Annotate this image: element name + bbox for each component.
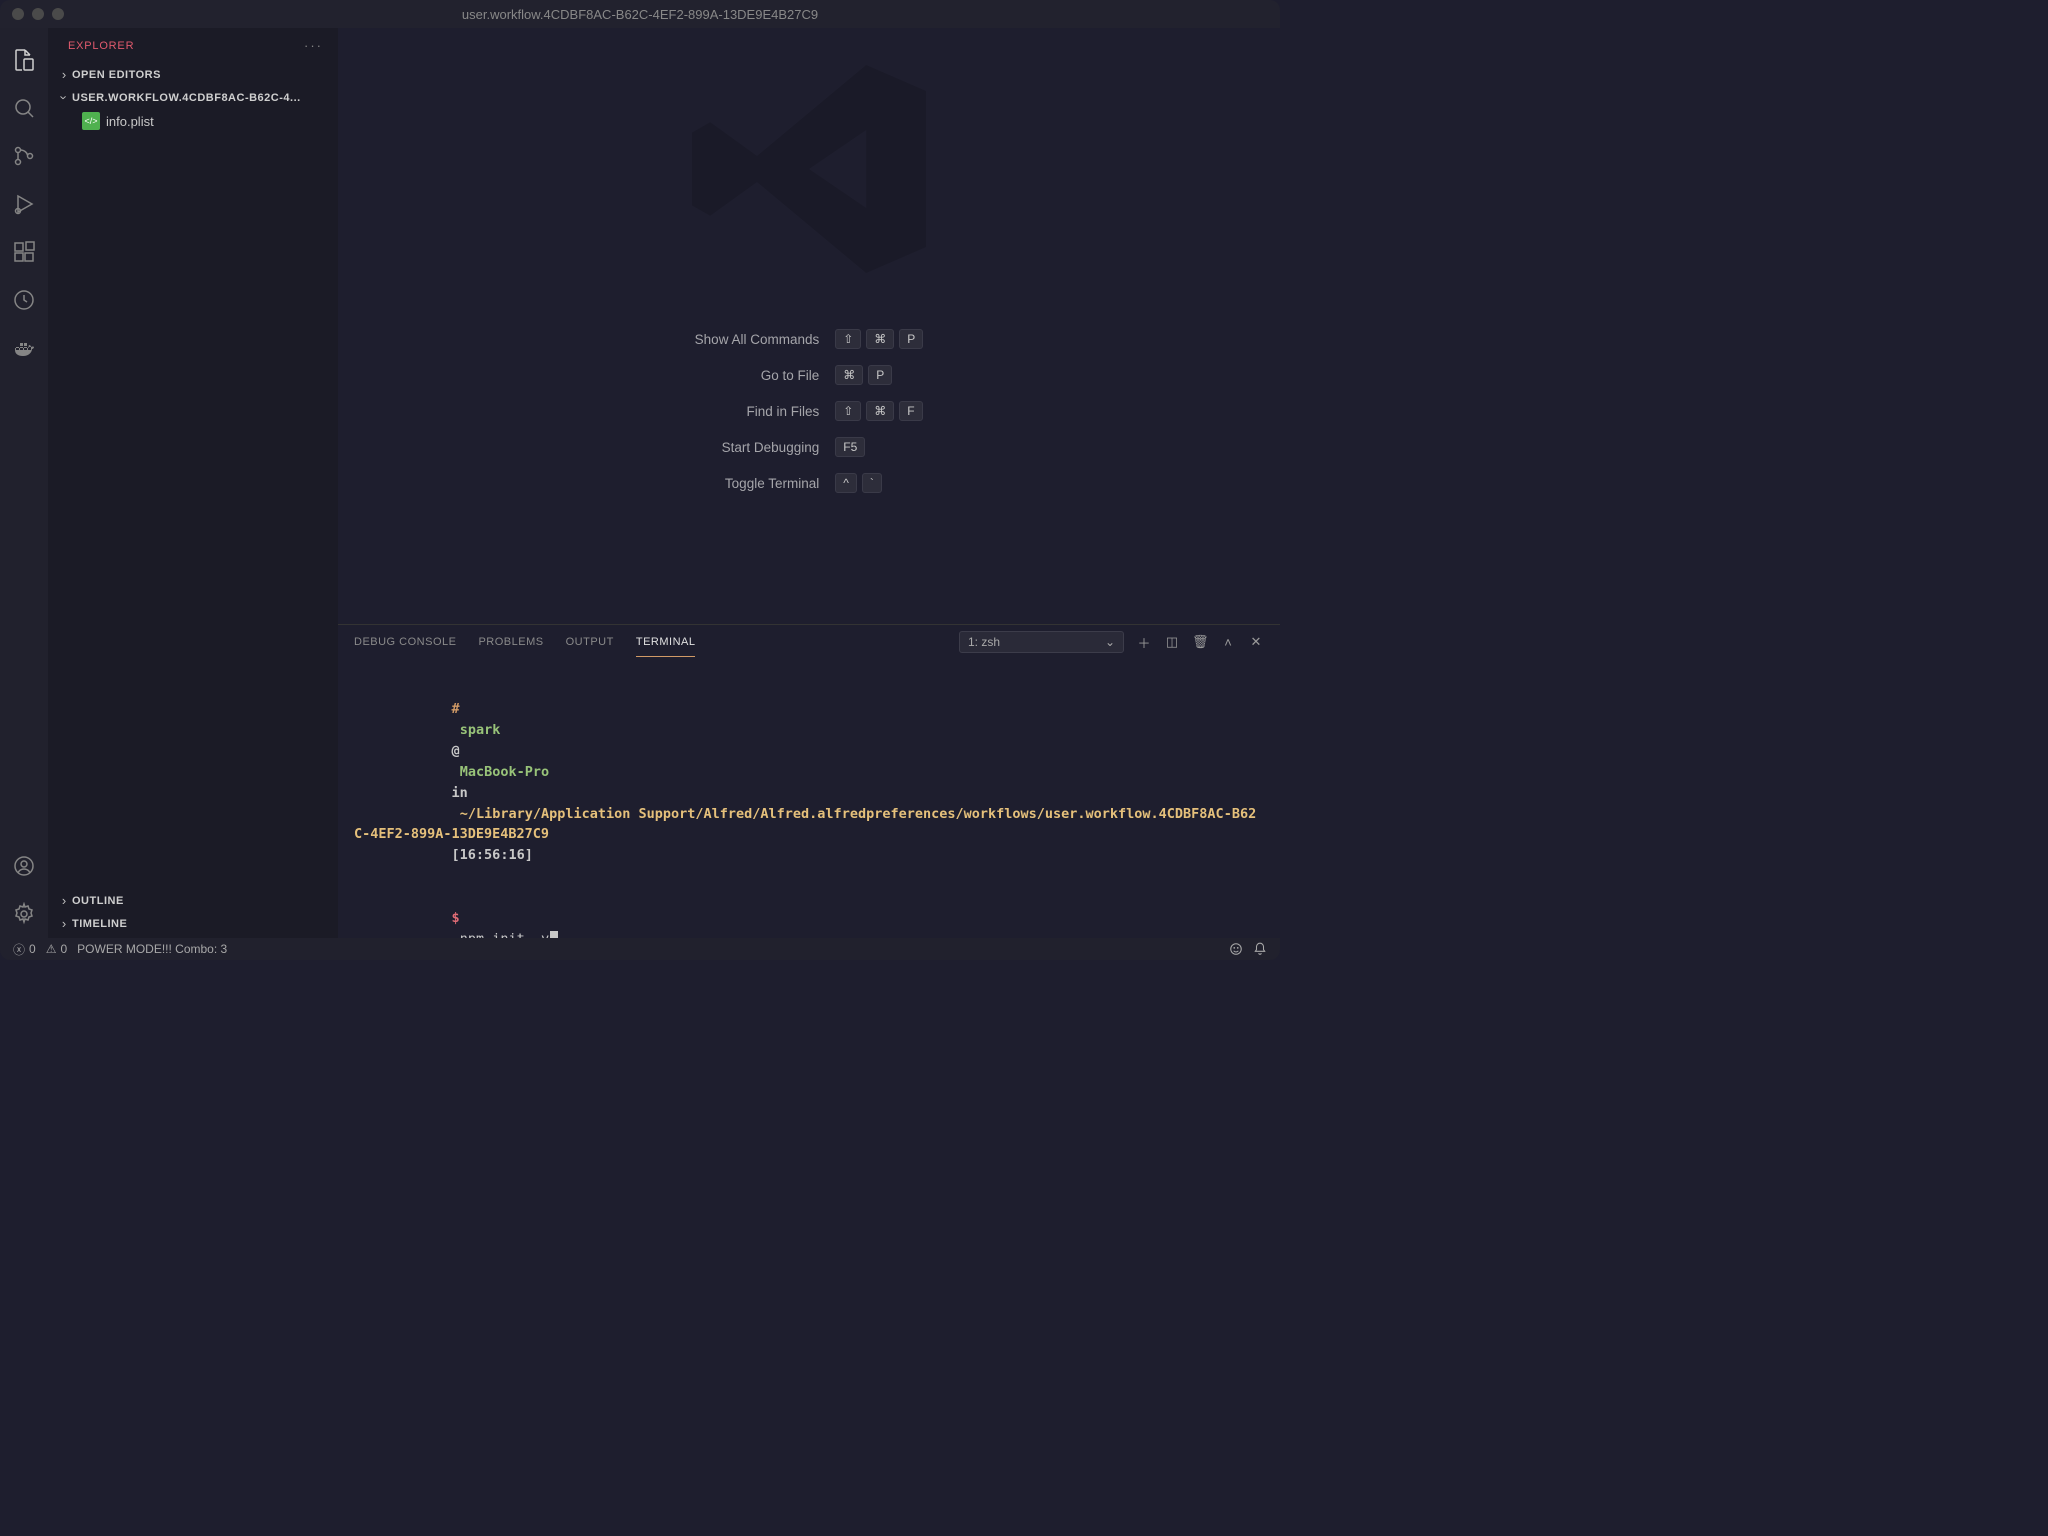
term-path: ~/Library/Application Support/Alfred/Alf…: [354, 806, 1256, 843]
status-errors[interactable]: ⓧ 0: [8, 941, 41, 958]
sidebar-title: EXPLORER: [68, 40, 134, 52]
term-at: @: [452, 743, 460, 759]
timeline-activity-icon[interactable]: [0, 276, 48, 324]
explorer-activity-icon[interactable]: [0, 36, 48, 84]
open-editors-section[interactable]: › OPEN EDITORS: [48, 63, 337, 86]
power-mode-label: POWER MODE!!! Combo: 3: [77, 942, 227, 956]
extensions-activity-icon[interactable]: [0, 228, 48, 276]
status-bell-icon[interactable]: [1248, 942, 1272, 956]
file-name: info.plist: [106, 114, 154, 129]
shortcut-label: Toggle Terminal: [695, 476, 820, 491]
accounts-icon[interactable]: [0, 842, 48, 890]
split-terminal-icon[interactable]: ◫: [1164, 634, 1180, 650]
status-warnings[interactable]: ⚠ 0: [41, 942, 72, 956]
run-debug-activity-icon[interactable]: [0, 180, 48, 228]
window-title: user.workflow.4CDBF8AC-B62C-4EF2-899A-13…: [462, 7, 818, 22]
panel-tab-terminal[interactable]: TERMINAL: [636, 628, 696, 657]
shortcut-keys: ⇧⌘F: [835, 401, 923, 421]
shortcut-label: Show All Commands: [695, 332, 820, 347]
terminal-selector-label: 1: zsh: [968, 635, 1000, 649]
source-control-activity-icon[interactable]: [0, 132, 48, 180]
outline-label: OUTLINE: [72, 895, 124, 907]
status-power-mode[interactable]: POWER MODE!!! Combo: 3: [72, 942, 232, 956]
error-icon: ⓧ: [13, 941, 25, 958]
term-user: spark: [452, 722, 509, 738]
term-hash: #: [452, 701, 460, 717]
keycap: ⇧: [835, 401, 861, 421]
keycap: P: [899, 329, 923, 349]
file-row-info-plist[interactable]: </> info.plist: [48, 109, 337, 133]
activity-bar: [0, 28, 48, 938]
error-count: 0: [29, 942, 36, 956]
keycap: ⌘: [866, 329, 894, 349]
vscode-logo-icon: [679, 39, 939, 299]
chevron-right-icon: ›: [56, 916, 72, 931]
bottom-panel: DEBUG CONSOLE PROBLEMS OUTPUT TERMINAL 1…: [338, 624, 1280, 938]
chevron-right-icon: ›: [56, 893, 72, 908]
maximize-panel-icon[interactable]: ˄: [1220, 635, 1236, 650]
chevron-right-icon: ›: [56, 67, 72, 82]
shortcut-label: Start Debugging: [695, 440, 820, 455]
outline-section[interactable]: › OUTLINE: [48, 889, 337, 912]
panel-tab-debug-console[interactable]: DEBUG CONSOLE: [354, 628, 456, 656]
sidebar-more-icon[interactable]: ···: [304, 38, 323, 53]
keycap: F5: [835, 437, 865, 457]
search-activity-icon[interactable]: [0, 84, 48, 132]
minimize-window-button[interactable]: [32, 8, 44, 20]
close-panel-icon[interactable]: ✕: [1248, 634, 1264, 650]
docker-activity-icon[interactable]: [0, 324, 48, 372]
keycap: ⌘: [835, 365, 863, 385]
workspace-section[interactable]: › USER.WORKFLOW.4CDBF8AC-B62C-4...: [48, 86, 337, 109]
shortcut-label: Go to File: [695, 368, 820, 383]
shortcut-keys: ⇧⌘P: [835, 329, 923, 349]
panel-tab-problems[interactable]: PROBLEMS: [478, 628, 543, 656]
close-window-button[interactable]: [12, 8, 24, 20]
warning-icon: ⚠: [46, 942, 57, 956]
explorer-sidebar: EXPLORER ··· › OPEN EDITORS › USER.WORKF…: [48, 28, 338, 938]
timeline-section[interactable]: › TIMELINE: [48, 912, 337, 935]
maximize-window-button[interactable]: [52, 8, 64, 20]
timeline-label: TIMELINE: [72, 918, 127, 930]
term-time: [16:56:16]: [452, 847, 533, 863]
open-editors-label: OPEN EDITORS: [72, 69, 161, 81]
term-in: in: [452, 785, 468, 801]
keycap: P: [868, 365, 892, 385]
panel-tab-output[interactable]: OUTPUT: [566, 628, 614, 656]
new-terminal-icon[interactable]: ＋: [1136, 633, 1152, 652]
keycap: ⇧: [835, 329, 861, 349]
term-host: MacBook-Pro: [452, 764, 558, 780]
status-feedback-icon[interactable]: [1224, 942, 1248, 956]
keycap: ⌘: [866, 401, 894, 421]
kill-terminal-icon[interactable]: 🗑: [1192, 634, 1208, 650]
terminal-cursor: [550, 931, 558, 938]
shortcut-keys: ⌘P: [835, 365, 923, 385]
chevron-down-icon: ⌄: [1105, 635, 1115, 649]
shortcut-keys: ^`: [835, 473, 923, 493]
term-prompt: $: [452, 910, 460, 926]
titlebar: user.workflow.4CDBF8AC-B62C-4EF2-899A-13…: [0, 0, 1280, 28]
keycap: F: [899, 401, 922, 421]
plist-file-icon: </>: [82, 112, 100, 130]
term-command: npm init -y: [452, 931, 550, 938]
welcome-editor: Show All Commands⇧⌘PGo to File⌘PFind in …: [338, 28, 1280, 624]
shortcut-keys: F5: [835, 437, 923, 457]
terminal-selector[interactable]: 1: zsh ⌄: [959, 631, 1124, 653]
settings-gear-icon[interactable]: [0, 890, 48, 938]
keycap: `: [862, 473, 882, 493]
warning-count: 0: [60, 942, 67, 956]
shortcut-label: Find in Files: [695, 404, 820, 419]
status-bar: ⓧ 0 ⚠ 0 POWER MODE!!! Combo: 3: [0, 938, 1280, 960]
chevron-down-icon: ›: [57, 90, 72, 106]
workspace-label: USER.WORKFLOW.4CDBF8AC-B62C-4...: [72, 92, 301, 104]
terminal-body[interactable]: # spark @ MacBook-Pro in ~/Library/Appli…: [338, 660, 1280, 938]
keycap: ^: [835, 473, 857, 493]
